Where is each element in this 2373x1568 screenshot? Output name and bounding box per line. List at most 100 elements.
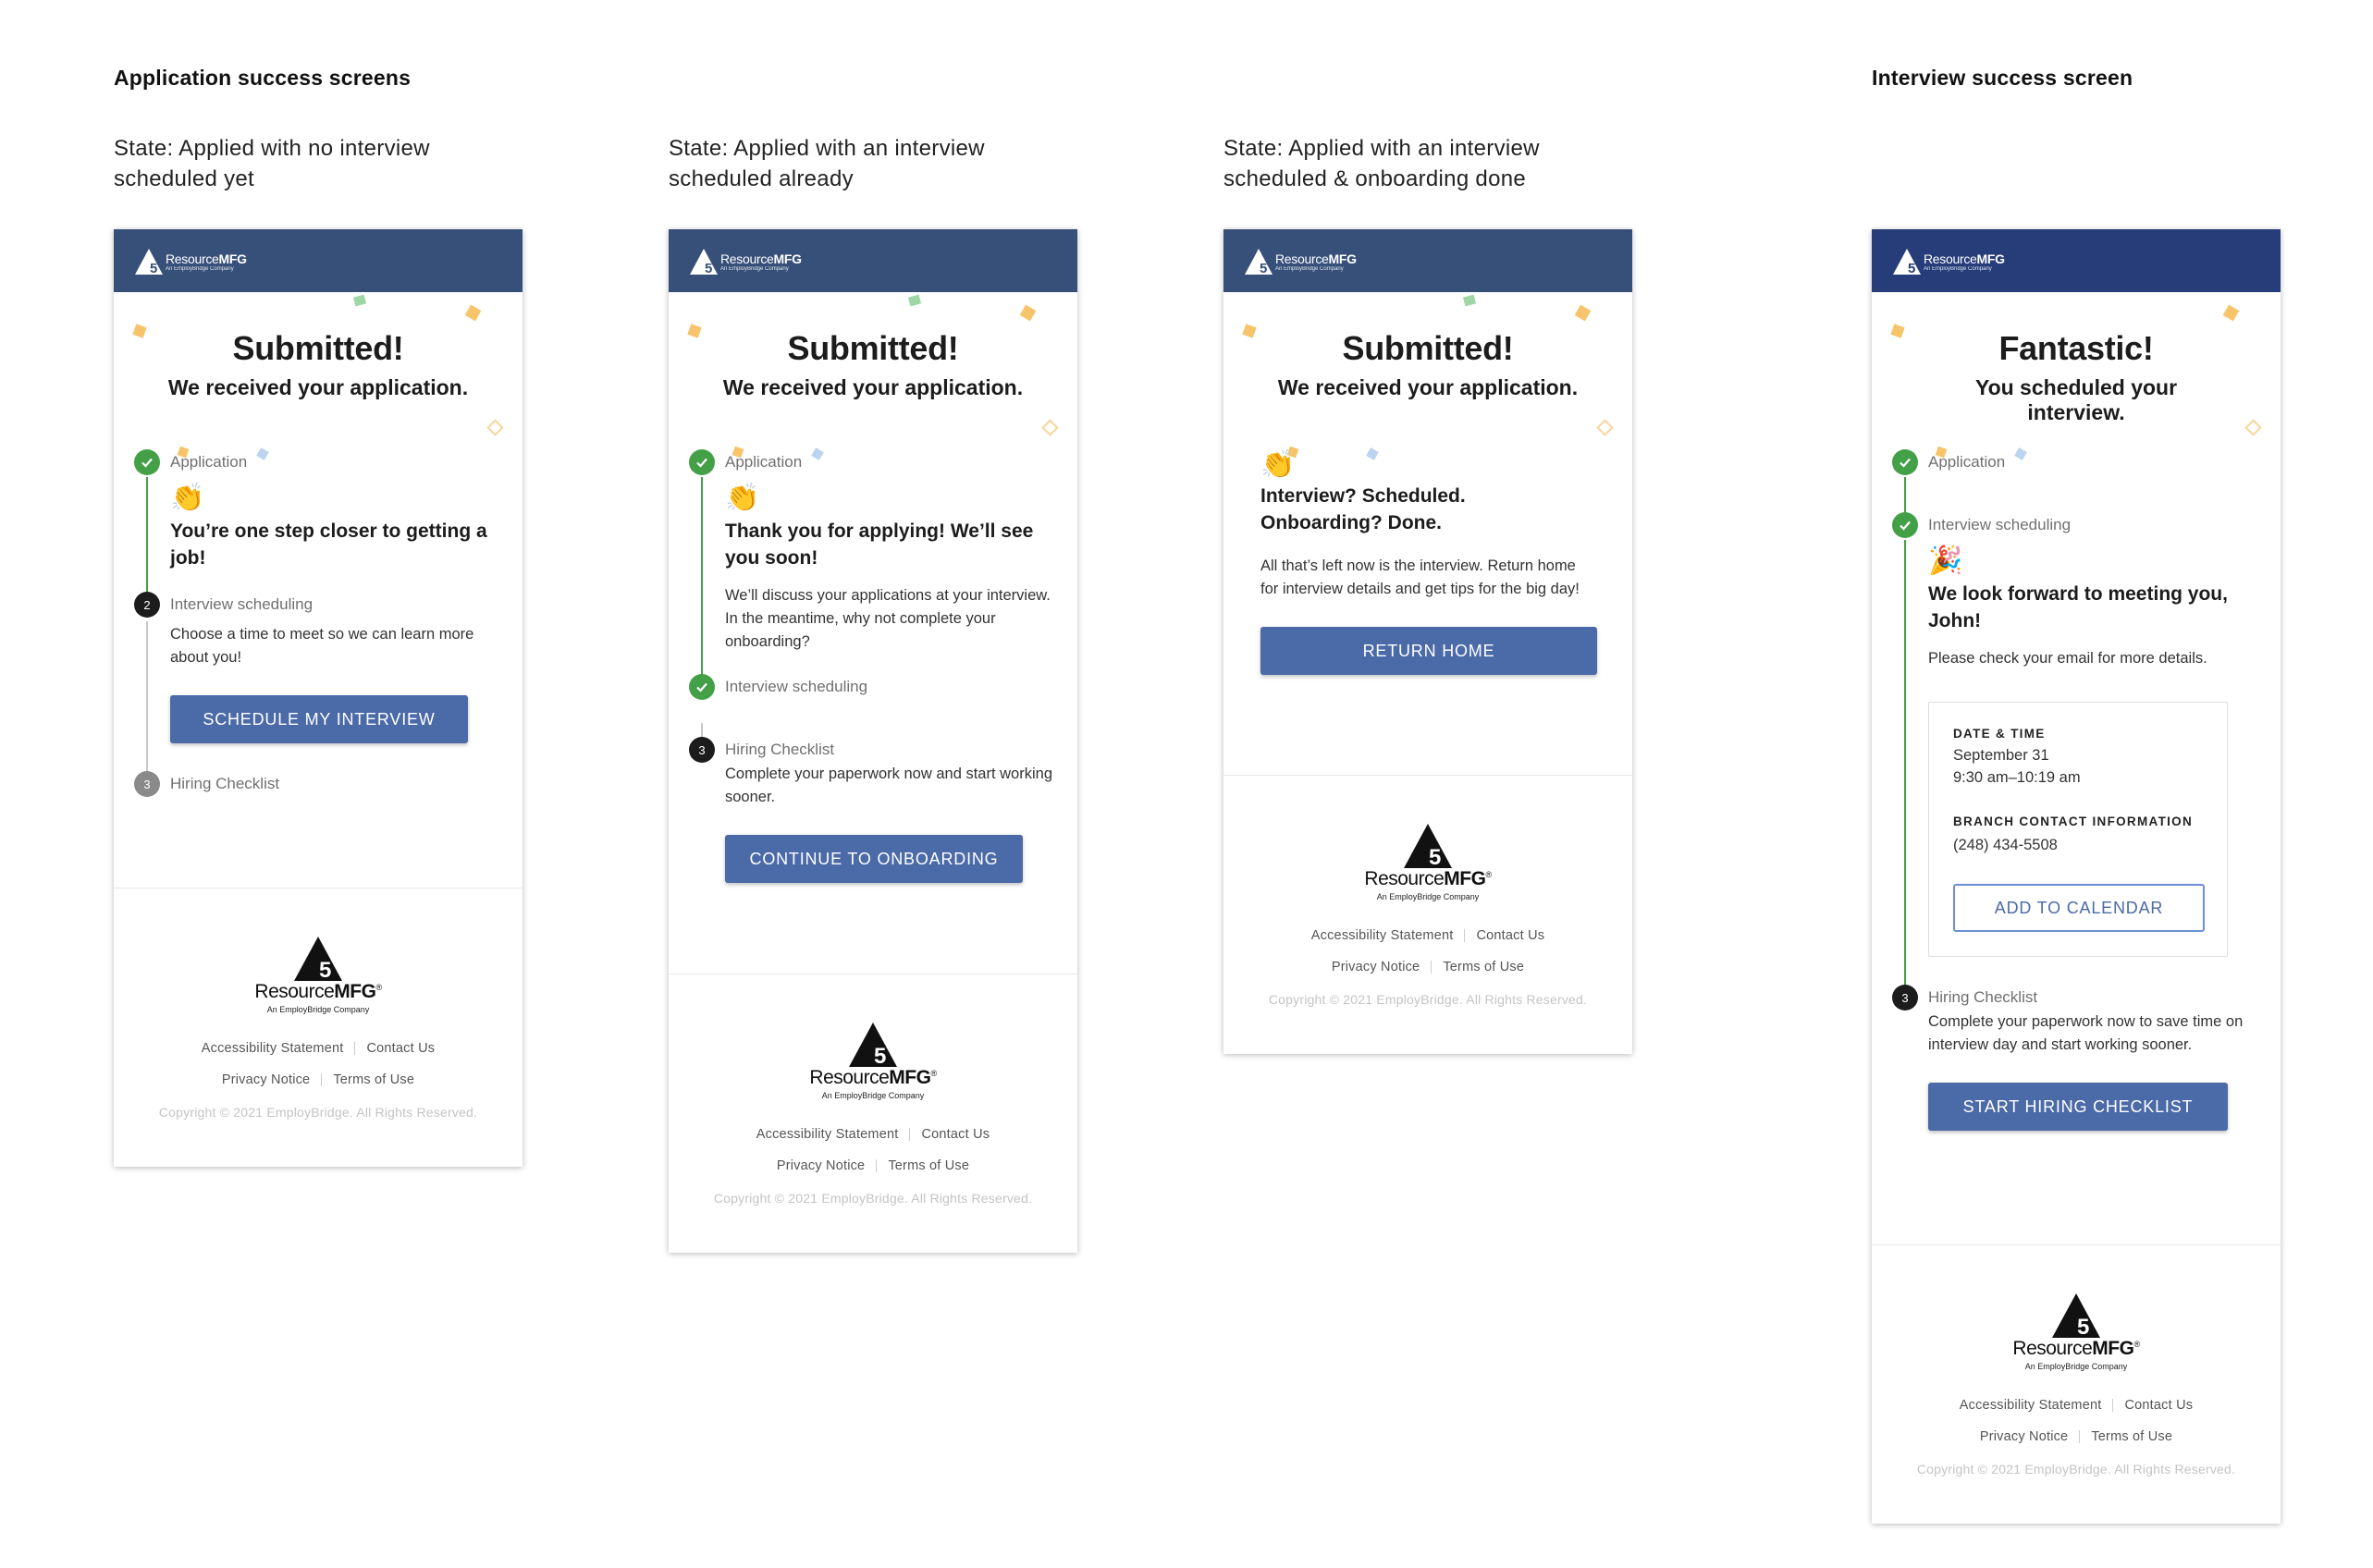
- step-number: 2: [134, 592, 160, 618]
- confetti: [464, 304, 482, 322]
- copyright: Copyright © 2021 EmployBridge. All Right…: [713, 1191, 1033, 1206]
- app-header: 5 ResourceMFG An EmployBridge Company: [114, 229, 523, 292]
- confetti: [352, 294, 367, 307]
- svg-text:5: 5: [1908, 261, 1915, 276]
- privacy-link[interactable]: Privacy Notice: [777, 1158, 865, 1173]
- schedule-interview-button[interactable]: SCHEDULE MY INTERVIEW: [170, 695, 468, 743]
- continue-onboarding-button[interactable]: CONTINUE TO ONBOARDING: [725, 835, 1023, 883]
- step-interview-scheduling: Interview scheduling: [689, 674, 1057, 700]
- clapping-hands-icon: 👏: [170, 483, 205, 513]
- branch-contact-label: BRANCH CONTACT INFORMATION: [1953, 815, 2194, 828]
- contact-link[interactable]: Contact Us: [921, 1127, 990, 1142]
- step-description: Complete your paperwork now and start wo…: [725, 766, 1053, 805]
- header-logo[interactable]: 5 ResourceMFG An EmployBridge Company: [689, 246, 802, 277]
- contact-link[interactable]: Contact Us: [2124, 1398, 2193, 1413]
- app-header: 5 ResourceMFG An EmployBridge Company: [669, 229, 1077, 292]
- page-footer: 5 ResourceMFG® An EmployBridge Company A…: [669, 974, 1077, 1253]
- confetti: [1019, 304, 1037, 322]
- step-heading: Thank you for applying! We’ll see you so…: [725, 521, 1034, 569]
- confirmation-hero: Submitted! We received your application.: [114, 292, 523, 460]
- interview-section-heading: Interview success screen: [1872, 66, 2133, 90]
- terms-link[interactable]: Terms of Use: [1443, 960, 1524, 974]
- page-subtitle: We received your application.: [1277, 375, 1579, 399]
- contact-link[interactable]: Contact Us: [1476, 928, 1544, 943]
- privacy-link[interactable]: Privacy Notice: [1332, 960, 1420, 974]
- clapping-hands-icon: 👏: [725, 483, 760, 513]
- svg-text:5: 5: [319, 958, 331, 983]
- state-label-2: State: Applied with an interview schedul…: [669, 136, 985, 191]
- confetti: [907, 294, 922, 307]
- progress-steps: Application 👏 Thank you for applying! We…: [669, 449, 1077, 883]
- step-application: Application: [1892, 449, 2260, 475]
- privacy-link[interactable]: Privacy Notice: [1980, 1429, 2068, 1444]
- step-description: Please check your email for more details…: [1928, 650, 2207, 667]
- copyright: Copyright © 2021 EmployBridge. All Right…: [158, 1105, 478, 1120]
- header-logo[interactable]: 5 ResourceMFG An EmployBridge Company: [1892, 246, 2005, 277]
- progress-steps: Application Interview scheduling 🎉 We lo…: [1872, 449, 2281, 1131]
- svg-text:5: 5: [705, 261, 712, 276]
- page-subtitle: You scheduled your interview.: [1974, 375, 2178, 424]
- page-title: Fantastic!: [1998, 329, 2154, 367]
- return-home-button[interactable]: RETURN HOME: [1260, 627, 1597, 675]
- header-logo[interactable]: 5 ResourceMFG An EmployBridge Company: [1244, 246, 1357, 277]
- triangle-logo-icon: 5: [294, 937, 342, 983]
- contact-link[interactable]: Contact Us: [366, 1041, 435, 1056]
- footer-logo[interactable]: 5 ResourceMFG® An EmployBridge Company: [669, 1021, 1077, 1100]
- step-number: 3: [134, 771, 160, 797]
- step-heading: We look forward to meeting you, John!: [1928, 583, 2228, 631]
- screen-interview-scheduled: 5 ResourceMFG An EmployBridge Company Sub…: [669, 229, 1077, 1253]
- step-connector: [1904, 477, 1906, 512]
- clapping-hands-icon: 👏: [1260, 449, 1296, 480]
- confetti: [1462, 294, 1477, 307]
- triangle-logo-icon: 5: [135, 249, 163, 276]
- interview-date: September 31: [1953, 747, 2049, 764]
- svg-text:5: 5: [1429, 845, 1441, 870]
- message-heading: Interview? Scheduled. Onboarding? Done.: [1260, 485, 1466, 533]
- application-section-heading: Application success screens: [114, 66, 412, 90]
- date-time-label: DATE & TIME: [1953, 727, 2046, 741]
- accessibility-link[interactable]: Accessibility Statement: [756, 1127, 899, 1142]
- svg-text:5: 5: [874, 1044, 886, 1069]
- footer-logo[interactable]: 5 ResourceMFG® An EmployBridge Company: [1872, 1292, 2281, 1371]
- terms-link[interactable]: Terms of Use: [2091, 1429, 2172, 1444]
- confetti: [486, 419, 504, 436]
- triangle-logo-icon: 5: [1893, 249, 1921, 276]
- terms-link[interactable]: Terms of Use: [888, 1158, 969, 1173]
- step-interview-scheduling: Interview scheduling 🎉 We look forward t…: [1892, 512, 2260, 957]
- check-icon: [134, 449, 160, 475]
- confirmation-message: 👏 Interview? Scheduled. Onboarding? Done…: [1223, 449, 1632, 675]
- footer-logo[interactable]: 5 ResourceMFG® An EmployBridge Company: [114, 935, 523, 1014]
- step-description: Complete your paperwork now to save time…: [1928, 1013, 2244, 1053]
- triangle-logo-icon: 5: [1404, 824, 1452, 870]
- add-to-calendar-button[interactable]: ADD TO CALENDAR: [1953, 884, 2205, 932]
- confetti: [1596, 419, 1614, 436]
- accessibility-link[interactable]: Accessibility Statement: [202, 1041, 344, 1056]
- page-footer: 5 ResourceMFG® An EmployBridge Company A…: [1223, 775, 1632, 1054]
- footer-logo[interactable]: 5 ResourceMFG® An EmployBridge Company: [1223, 822, 1632, 901]
- terms-link[interactable]: Terms of Use: [333, 1072, 414, 1087]
- page-subtitle: We received your application.: [722, 375, 1024, 399]
- privacy-link[interactable]: Privacy Notice: [222, 1072, 310, 1087]
- triangle-logo-icon: 5: [849, 1023, 897, 1069]
- svg-text:5: 5: [2077, 1315, 2089, 1340]
- step-description: We’ll discuss your applications at your …: [725, 587, 1051, 650]
- header-logo[interactable]: 5 ResourceMFG An EmployBridge Company: [134, 246, 247, 277]
- check-icon: [1892, 449, 1918, 475]
- step-heading: You’re one step closer to getting a job!: [170, 521, 487, 569]
- state-label-1: State: Applied with no interview schedul…: [114, 136, 430, 191]
- state-label-3: State: Applied with an interview schedul…: [1223, 136, 1540, 191]
- screen-onboarding-done: 5 ResourceMFG An EmployBridge Company Sub…: [1223, 229, 1632, 1054]
- step-application: Application 👏 Thank you for applying! We…: [689, 449, 1057, 654]
- page-subtitle: We received your application.: [167, 375, 469, 399]
- step-number: 3: [689, 737, 715, 763]
- progress-steps: Application 👏 You’re one step closer to …: [114, 449, 523, 797]
- accessibility-link[interactable]: Accessibility Statement: [1311, 928, 1454, 943]
- svg-text:5: 5: [150, 261, 157, 276]
- check-icon: [689, 674, 715, 700]
- accessibility-link[interactable]: Accessibility Statement: [1960, 1398, 2102, 1413]
- step-hiring-checklist: 3 Hiring Checklist Complete your paperwo…: [689, 737, 1057, 883]
- start-hiring-checklist-button[interactable]: START HIRING CHECKLIST: [1928, 1083, 2228, 1131]
- confetti: [2244, 419, 2262, 436]
- confirmation-hero: Submitted! We received your application.: [669, 292, 1077, 460]
- step-hiring-checklist: 3 Hiring Checklist: [134, 771, 502, 797]
